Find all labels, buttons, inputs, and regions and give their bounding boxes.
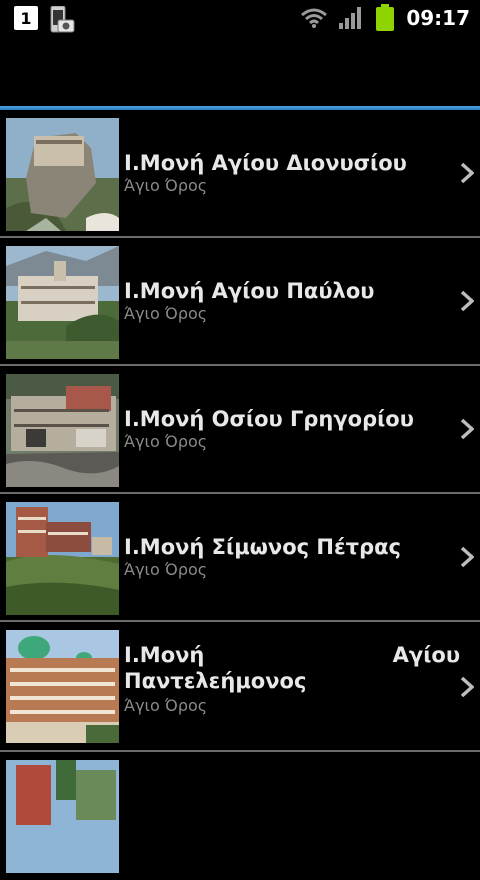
screenshot-notification-icon[interactable] [48,5,76,34]
clock: 09:17 [406,6,470,30]
item-subtitle: Άγιο Όρος [124,560,208,579]
notification-count-icon[interactable]: 1 [14,6,38,30]
item-subtitle: Άγιο Όρος [124,176,208,195]
item-title: Ι.Μονή Σίμωνος Πέτρας [124,535,401,559]
item-title: Ι.Μονή Οσίου Γρηγορίου [124,407,414,431]
item-title: Ι.Μονή Αγίου Παύλου [124,279,375,303]
monastery-thumbnail [6,502,119,615]
item-subtitle: Άγιο Όρος [124,304,208,323]
item-subtitle: Άγιο Όρος [124,696,208,715]
action-bar [0,38,480,106]
monastery-thumbnail [6,118,119,231]
item-title: Ι.Μονή Αγίου Παντελεήμονος [124,643,460,693]
status-bar: 1 09:17 [0,0,480,38]
monastery-thumbnail [6,246,119,359]
monastery-thumbnail [6,374,119,487]
system-tray: 09:17 [300,4,470,32]
monastery-thumbnail [6,630,119,743]
list-item[interactable]: Ι.Μονή Σίμωνος Πέτρας Άγιο Όρος [0,494,480,622]
chevron-right-icon [460,162,474,184]
notification-area: 1 [14,5,76,34]
list-item[interactable]: Ι.Μονή Αγίου Διονυσίου Άγιο Όρος [0,110,480,238]
item-title: Ι.Μονή Αγίου Διονυσίου [124,151,407,175]
chevron-right-icon [460,290,474,312]
monastery-list: Ι.Μονή Αγίου Διονυσίου Άγιο Όρος Ι.Μονή … [0,110,480,880]
wifi-icon [301,8,328,28]
signal-icon [339,7,362,29]
list-item[interactable] [0,752,480,880]
chevron-right-icon [460,418,474,440]
battery-icon [376,4,395,31]
item-subtitle: Άγιο Όρος [124,432,208,451]
list-item[interactable]: Ι.Μονή Αγίου Παύλου Άγιο Όρος [0,238,480,366]
list-item[interactable]: Ι.Μονή Οσίου Γρηγορίου Άγιο Όρος [0,366,480,494]
monastery-thumbnail [6,760,119,873]
chevron-right-icon [460,546,474,568]
chevron-right-icon [460,676,474,698]
list-item[interactable]: Ι.Μονή Αγίου Παντελεήμονος Άγιο Όρος [0,622,480,752]
